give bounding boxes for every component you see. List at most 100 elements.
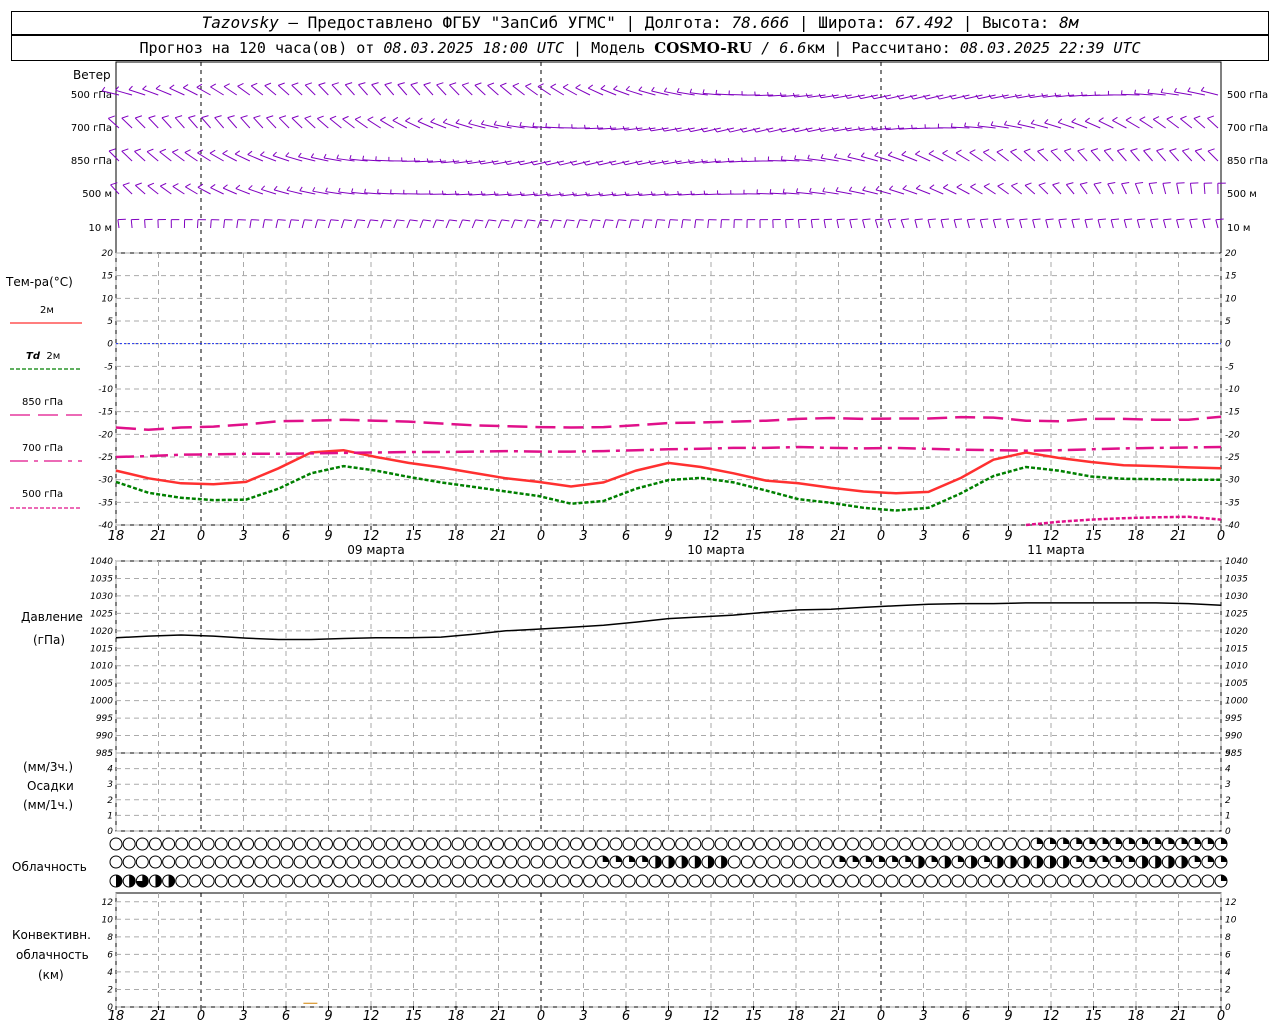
cloud-cell [425,837,439,851]
wind-barb-flag [702,89,705,94]
wind-barb-flag [1147,89,1150,94]
cloud-cell-fill [1076,838,1083,844]
wind-barb-flag [264,82,272,87]
temp-ytick-right: -25 [1225,453,1240,463]
wind-barb-flag [266,115,274,119]
wind-barb [266,117,277,129]
wind-barb-flag [146,148,154,153]
wind-barb-flag [442,118,448,123]
cloud-cell-fill [852,855,859,862]
wind-barb [410,84,421,96]
cloud-cell [188,874,202,888]
wind-barb [380,119,395,129]
wind-barb [1110,219,1114,229]
pressure-ytick-right: 1040 [1225,557,1248,567]
temp-ytick-right: 10 [1225,294,1237,304]
wind-barb-flag [1045,218,1054,221]
wind-barb [499,85,512,96]
wind-barb [304,117,316,129]
wind-barb [262,219,265,229]
cloud-cell [833,837,847,851]
cloud-cell-fill [129,874,136,887]
pressure-ytick-left: 1025 [90,609,113,619]
wind-barb-flag [329,115,337,120]
cloud-cell [569,837,583,851]
wind-barb [155,88,172,96]
cloud-cell-fill [1049,856,1056,868]
cloud-cell [1030,874,1044,888]
conv-xtick: 0 [197,1009,205,1024]
wind-barb-flag [1215,218,1224,221]
wind-barb-flag [860,152,865,157]
wind-barb [128,89,146,96]
wind-barb-flag [1038,182,1046,186]
wind-barb-flag [847,152,851,158]
wind-barb-flag [423,219,431,222]
wind-barb [1134,183,1140,195]
wind-barb-flag [134,148,142,152]
wind-barb [914,219,918,229]
cloud-cell [819,855,833,869]
wind-barb-flag [304,219,313,221]
cloud-cell [490,874,504,888]
conv-xtick: 0 [1217,1009,1225,1024]
wind-barb-flag [585,191,588,197]
wind-barb-flag [409,219,418,222]
wind-barb-flag [1149,182,1157,184]
wind-barb-flag [1193,115,1201,119]
temp-xtick: 21 [150,529,167,544]
wind-barb-flag [310,153,315,158]
wind-barb [943,187,957,195]
wind-barb-flag [1066,182,1074,185]
pressure-ytick-right: 1000 [1225,697,1248,707]
wind-barb-flag [182,84,189,89]
wind-barb [707,219,710,229]
temp-xtick: 21 [1170,529,1187,544]
wind-barb-flag [1166,115,1174,120]
cloud-cell [990,837,1004,851]
wind-barb-flag [135,182,142,186]
cloud-cell [938,874,952,888]
wind-barb-flag [553,219,562,222]
wind-barb-flag [1054,92,1057,98]
cloud-cell [293,874,307,888]
wind-barb-flag [291,219,299,221]
wind-barb [278,117,290,129]
wind-barb [1202,219,1206,229]
wind-barb-flag [474,82,482,86]
cloud-cell [293,837,307,851]
wind-barb-flag [475,219,484,222]
cloud-cell [333,855,347,869]
cloud-cell [714,837,728,851]
wind-barb-flag [782,188,785,193]
cloud-cell [885,874,899,888]
precip-ytick-left: 4 [107,765,113,775]
wind-barb [222,187,237,195]
wind-barb [1085,120,1101,129]
pressure-ytick-left: 990 [96,732,113,742]
cloud-cell-fill [707,855,714,868]
wind-barb-flag [1156,148,1164,152]
wind-barb-flag [210,184,216,189]
wind-barb [291,84,303,96]
wind-barb [314,219,319,229]
wind-barb [874,219,879,229]
cloud-cell [569,855,583,869]
wind-barb [1194,150,1206,162]
wind-barb-flag [1081,91,1083,97]
cloud-cell-fill [615,855,622,862]
cloud-cell-fill [1010,856,1017,868]
wind-barb-flag [689,88,693,93]
cloud-cell-fill [629,856,635,862]
wind-barb [146,151,159,162]
pressure-ytick-right: 1025 [1225,609,1248,619]
cloud-cell [398,874,412,888]
wind-barb [210,219,212,229]
wind-barb-flag [637,191,640,196]
wind-barb [367,219,371,229]
cloud-cell [1122,874,1136,888]
wind-barb-flag [454,190,457,195]
wind-barb-flag [929,184,935,189]
pressure-ytick-right: 1020 [1225,627,1248,637]
wind-barb [1107,183,1114,195]
